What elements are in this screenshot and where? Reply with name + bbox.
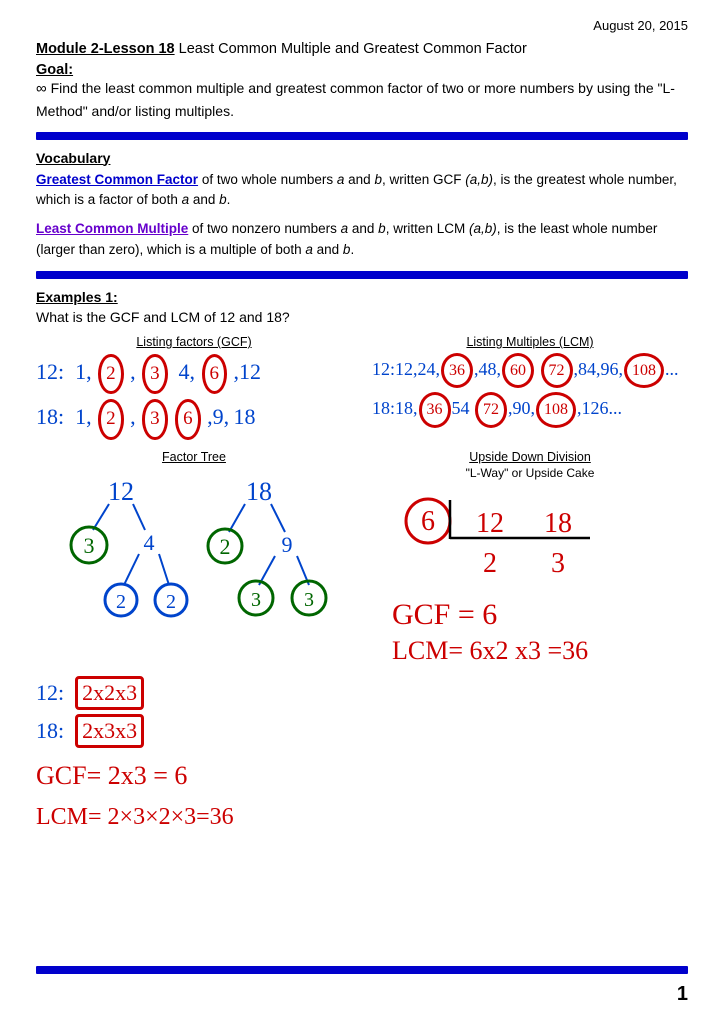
factor-12-3-circled: 3 [142,354,168,394]
tree-12-2a: 2 [116,591,126,613]
methods-row: Listing factors (GCF) 12: 1, 2 , 3 4, 6 … [36,335,688,440]
goal-label: Goal: [36,62,73,78]
multiple-12-36-circled: 36 [441,353,473,388]
multiple-18-36-circled: 36 [419,392,451,427]
header-subtitle: Least Common Multiple and Greatest Commo… [179,41,527,57]
right-spacer [362,676,688,835]
listing-multiples-col: Listing Multiples (LCM) 12:12,24,36,48,6… [362,335,688,440]
listing-multiples-label: Listing Multiples (LCM) [372,335,688,349]
tree-division-row: Factor Tree 12 3 4 2 [36,450,688,666]
lcm-from-tree: LCM= 2×3×2×3=36 [36,799,352,835]
page: August 20, 2015 Module 2-Lesson 18 Least… [0,0,724,1024]
listing-factors-col: Listing factors (GCF) 12: 1, 2 , 3 4, 6 … [36,335,362,440]
dividend-12: 12 [476,508,504,539]
result-2: 2 [483,548,497,579]
lcm-term: Least Common Multiple [36,221,188,236]
factor-18-3-circled: 3 [142,399,168,439]
infinity-symbol: ∞ [36,80,47,97]
prime-factors-col: 12: 2x2x3 18: 2x3x3 GCF= 2x3 = 6 LCM= 2×… [36,676,362,835]
factor-18-2-circled: 2 [98,399,124,439]
page-number: 1 [677,983,688,1006]
tree-18-3b: 3 [304,589,314,611]
tree-18-3a: 3 [251,589,261,611]
factors-12-text: 12: [36,359,70,384]
factor-12-6-circled: 6 [202,354,228,394]
multiples-12: 12:12,24,36,48,60 72,84,96,108... [372,353,688,388]
divisor-6: 6 [421,506,435,537]
factors-12: 12: 1, 2 , 3 4, 6 ,12 [36,353,352,394]
gcf-result-right: GCF = 6 [392,598,688,632]
factor-tree-label: Factor Tree [36,450,352,464]
tree-12-root: 12 [108,477,134,506]
lcm-definition: Least Common Multiple of two nonzero num… [36,219,688,261]
result-3: 3 [551,548,565,579]
lcm-result-right: LCM= 6x2 x3 =36 [392,636,688,666]
date: August 20, 2015 [36,18,688,33]
multiple-12-108-circled: 108 [624,353,664,388]
gcf-term: Greatest Common Factor [36,172,198,187]
multiples-18: 18:18,3654 72,90,108,126... [372,392,688,427]
multiple-12-60-circled: 60 [502,353,534,388]
factor-18-6-circled: 6 [175,399,201,439]
multiple-18-108-circled: 108 [536,392,576,427]
upside-down-col: Upside Down Division "L-Way" or Upside C… [362,450,688,666]
tree-18-root: 18 [246,477,272,506]
examples-question: What is the GCF and LCM of 12 and 18? [36,309,688,325]
prime-12-box: 2x2x3 [75,676,144,710]
gcf-definition: Greatest Common Factor of two whole numb… [36,170,688,212]
goal-section: Goal: ∞ Find the least common multiple a… [36,61,688,122]
upside-down-sublabel: "L-Way" or Upside Cake [372,466,688,480]
vocab-label: Vocabulary [36,150,688,166]
blue-bar-3 [36,966,688,974]
prime-18-box: 2x3x3 [75,714,144,748]
header-title: Module 2-Lesson 18 Least Common Multiple… [36,41,688,57]
examples-label: Examples 1: [36,289,688,305]
blue-bar-1 [36,132,688,140]
factors-18: 18: 1, 2 , 3 6 ,9, 18 [36,398,352,439]
module-label: Module 2-Lesson 18 [36,41,175,57]
tree-18-2: 2 [220,534,231,559]
factor-tree-svg: 12 3 4 2 2 18 [49,470,339,660]
upside-down-division-svg: 6 12 18 2 3 [390,486,670,596]
listing-factors-label: Listing factors (GCF) [36,335,352,349]
factor-tree-col: Factor Tree 12 3 4 2 [36,450,362,660]
bottom-section: 12: 2x2x3 18: 2x3x3 GCF= 2x3 = 6 LCM= 2×… [36,676,688,835]
tree-12-2b: 2 [166,591,176,613]
prime-12-line: 12: 2x2x3 [36,676,352,710]
tree-12-3: 3 [84,533,95,558]
gcf-from-tree: GCF= 2x3 = 6 [36,756,352,795]
upside-down-label: Upside Down Division [372,450,688,464]
tree-12-4: 4 [144,530,155,555]
dividend-18: 18 [544,508,572,539]
tree-18-9: 9 [282,532,293,557]
prime-18-line: 18: 2x3x3 [36,714,352,748]
factor-12-2-circled: 2 [98,354,124,394]
multiple-18-72-circled: 72 [475,392,507,427]
multiple-12-72-circled: 72 [541,353,573,388]
goal-text: ∞ Find the least common multiple and gre… [36,80,675,119]
blue-bar-2 [36,271,688,279]
